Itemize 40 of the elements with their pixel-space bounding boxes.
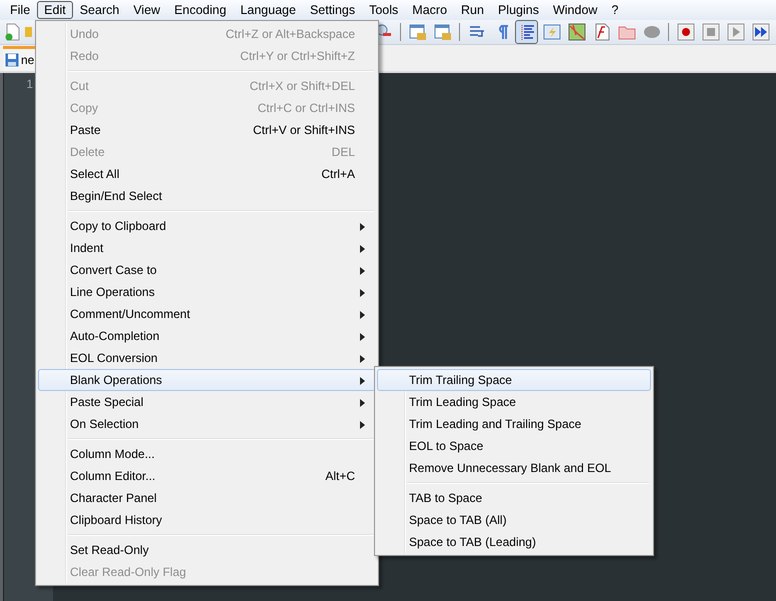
menu-bar-item[interactable]: Run (454, 1, 491, 19)
menu-bar-item[interactable]: File (3, 1, 38, 19)
menu-item[interactable]: EOL Conversion (38, 347, 376, 369)
line-number: 1 (26, 77, 33, 91)
menu-item[interactable]: Space to TAB (All) (377, 509, 651, 531)
menu-item[interactable]: Trim Leading and Trailing Space (377, 413, 651, 435)
menu-item[interactable]: EOL to Space (377, 435, 651, 457)
menu-item[interactable]: Convert Case to (38, 259, 376, 281)
menu-bar-item[interactable]: Language (233, 1, 303, 19)
menu-item[interactable]: Remove Unnecessary Blank and EOL (377, 457, 651, 479)
menu-item[interactable]: Set Read-Only (38, 539, 376, 561)
menu-item[interactable]: Trim Trailing Space (377, 369, 651, 391)
menu-bar-item[interactable]: Search (72, 1, 126, 19)
menu-item[interactable]: TAB to Space (377, 487, 651, 509)
menu-item[interactable]: Column Mode... (38, 443, 376, 465)
menu-item[interactable]: Copy to Clipboard (38, 215, 376, 237)
menu-item[interactable]: Space to TAB (Leading) (377, 531, 651, 553)
menu-bar-item[interactable]: View (126, 1, 168, 19)
menu-item[interactable]: Trim Leading Space (377, 391, 651, 413)
menu-bar-item[interactable]: Settings (302, 1, 362, 19)
menu-bar-item[interactable]: Edit (37, 1, 73, 19)
menu-bar-item[interactable]: Macro (405, 1, 454, 19)
menu-bar-item[interactable]: Window (546, 1, 604, 19)
menu-item[interactable]: Clipboard History (38, 509, 376, 531)
menu-item[interactable]: On Selection (38, 413, 376, 435)
menu-item[interactable]: Comment/Uncomment (38, 303, 376, 325)
menu-bar-item[interactable]: Encoding (167, 1, 234, 19)
menu-item[interactable]: Blank Operations (38, 369, 376, 391)
menu-item[interactable]: Begin/End Select (38, 185, 376, 207)
menu-item[interactable]: Column Editor... Alt+C (38, 465, 376, 487)
menu-item[interactable]: Auto-Completion (38, 325, 376, 347)
menu-bar-item[interactable]: Plugins (490, 1, 546, 19)
menu-item[interactable]: Line Operations (38, 281, 376, 303)
menu-item[interactable]: Select All Ctrl+A (38, 163, 376, 185)
menu-bar-item[interactable]: Tools (362, 1, 406, 19)
menu-item[interactable]: Paste Special (38, 391, 376, 413)
menu-item[interactable]: Character Panel (38, 487, 376, 509)
menu-item[interactable]: Indent (38, 237, 376, 259)
menu-item[interactable]: Paste Ctrl+V or Shift+INS (38, 119, 376, 141)
menu-bar-item[interactable]: ? (604, 1, 626, 19)
